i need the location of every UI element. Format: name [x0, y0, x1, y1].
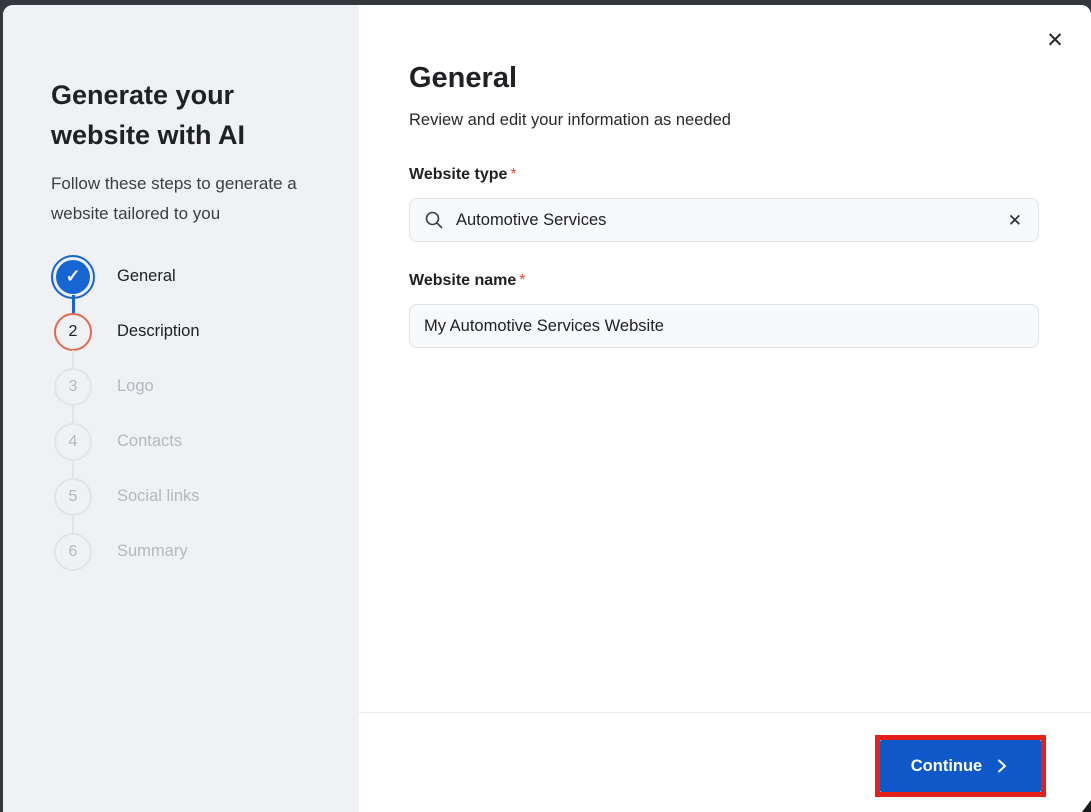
page-subtitle: Review and edit your information as need…: [409, 111, 731, 129]
step-number: 4: [68, 432, 78, 450]
step-general[interactable]: ✓ General: [51, 249, 315, 304]
step-content-panel: ✕ General Review and edit your informati…: [359, 5, 1091, 812]
footer-divider: [359, 712, 1091, 713]
step-contacts[interactable]: 4 Contacts: [51, 405, 315, 469]
step-contacts-circle: 4: [51, 422, 95, 461]
step-social-links-label: Social links: [117, 487, 200, 505]
required-asterisk: *: [519, 272, 526, 289]
step-description-label: Description: [117, 322, 200, 340]
website-type-label: Website type *: [409, 166, 1041, 184]
website-name-label: Website name *: [409, 272, 1041, 290]
step-number: 2: [68, 322, 78, 340]
step-logo[interactable]: 3 Logo: [51, 350, 315, 414]
label-text: Website type: [409, 166, 508, 183]
step-description[interactable]: 2 Description: [51, 295, 315, 359]
wizard-subtitle: Follow these steps to generate a website…: [51, 174, 297, 223]
step-number: 3: [68, 377, 78, 395]
wizard-title: Generate your website with AI: [51, 80, 246, 150]
page-title: General: [409, 62, 517, 94]
step-description-circle: 2: [51, 312, 95, 351]
step-number: 6: [68, 542, 78, 560]
website-name-field-group: Website name *: [409, 272, 1041, 348]
website-type-input[interactable]: [456, 210, 994, 230]
continue-button[interactable]: Continue: [880, 740, 1041, 792]
check-icon: ✓: [65, 266, 81, 286]
step-logo-label: Logo: [117, 377, 154, 395]
step-summary-label: Summary: [117, 542, 188, 560]
generate-website-modal: Generate your website with AI Follow the…: [3, 5, 1091, 812]
website-type-field-group: Website type* ✕: [409, 166, 1041, 242]
wizard-stepper: ✓ General 2 Description 3 Logo 4 Contact…: [51, 249, 315, 579]
required-asterisk: *: [510, 166, 517, 183]
wizard-sidebar: Generate your website with AI Follow the…: [3, 5, 359, 812]
close-icon[interactable]: ✕: [1041, 27, 1069, 55]
step-social-links-circle: 5: [51, 477, 95, 516]
step-summary-circle: 6: [51, 532, 95, 571]
step-contacts-label: Contacts: [117, 432, 183, 450]
step-logo-circle: 3: [51, 367, 95, 406]
step-general-label: General: [117, 267, 176, 285]
annotation-highlight-box: Continue: [875, 735, 1046, 797]
chevron-right-icon: [994, 758, 1010, 774]
website-type-input-box: ✕: [409, 198, 1039, 242]
website-name-input[interactable]: [424, 316, 1024, 336]
step-number: 5: [68, 487, 78, 505]
label-text: Website name: [409, 272, 517, 289]
step-social-links[interactable]: 5 Social links: [51, 460, 315, 524]
continue-button-label: Continue: [910, 756, 983, 775]
website-name-input-box: [409, 304, 1039, 348]
search-icon: [424, 210, 444, 230]
step-general-circle: ✓: [51, 254, 95, 299]
general-step-content: General Review and edit your information…: [359, 5, 1091, 348]
step-summary[interactable]: 6 Summary: [51, 515, 315, 579]
clear-icon[interactable]: ✕: [1006, 212, 1024, 229]
